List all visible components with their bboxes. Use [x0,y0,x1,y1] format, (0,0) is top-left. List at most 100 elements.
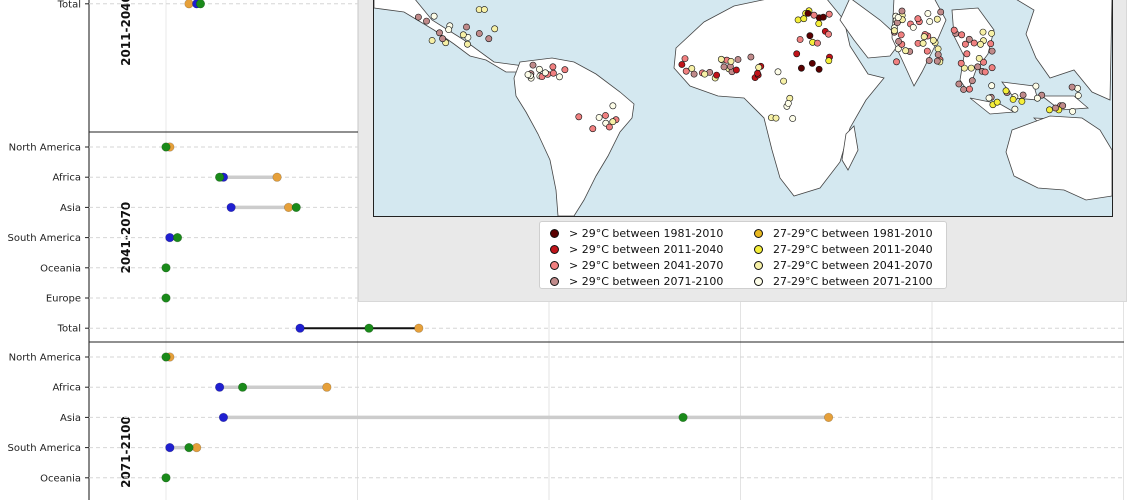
site-marker [914,15,922,23]
green-point [161,263,171,273]
legend-label: 27-29°C between 2011-2040 [773,243,933,256]
green-point [184,443,194,453]
site-marker [772,114,780,122]
legend-label: > 29°C between 2071-2100 [569,275,724,288]
site-marker [968,77,976,85]
site-marker [957,59,965,67]
site-marker [825,30,832,38]
site-marker [415,13,422,21]
world-map-canvas [374,0,1112,216]
green-point [161,142,171,152]
site-marker [464,40,471,48]
site-marker [1009,96,1017,103]
blue-point [215,382,225,392]
site-marker [919,39,927,47]
orange-point [823,412,834,423]
site-marker [933,57,941,65]
site-marker [1018,98,1026,105]
site-marker [988,64,996,72]
region-label: Oceania [40,263,81,274]
site-marker [923,47,931,55]
map-inset: > 29°C between 1981-2010 > 29°C between 2… [358,0,1127,302]
legend-entry: > 29°C between 1981-2010 [550,226,723,241]
legend-label: > 29°C between 2041-2070 [569,259,724,272]
site-marker [754,69,761,77]
site-marker [977,40,984,48]
site-marker [491,25,499,33]
site-marker [609,102,617,110]
legend-marker [754,229,763,238]
landmass [1005,115,1112,201]
legend-entry: > 29°C between 2071-2100 [550,274,723,289]
site-marker [789,115,797,122]
site-marker [963,50,971,58]
site-marker [937,8,945,16]
region-label: South America [8,443,82,454]
green-point [195,0,206,9]
site-marker [713,71,720,79]
site-marker [796,36,804,43]
green-point [215,172,225,182]
legend-label: 27-29°C between 1981-2010 [773,227,933,240]
legend-marker [550,245,559,254]
site-marker [793,50,801,58]
site-marker [909,23,917,31]
orange-point [272,172,282,182]
blue-point [226,202,236,212]
blue-point [295,323,305,333]
region-label: Oceania [40,473,81,484]
site-marker [920,33,928,41]
site-marker [727,58,735,65]
site-marker [463,23,470,31]
site-marker [988,47,996,55]
site-marker [970,39,978,47]
site-marker [1074,84,1081,92]
site-marker [732,66,740,74]
site-marker [688,65,696,72]
site-marker [717,55,725,63]
site-marker [797,64,805,72]
region-label: Africa [52,383,81,394]
site-marker [962,40,969,48]
legend-label: 27-29°C between 2041-2070 [773,259,933,272]
site-marker [681,55,689,62]
site-marker [436,29,443,37]
legend-label: > 29°C between 2011-2040 [569,243,724,256]
site-marker [979,28,987,36]
blue-point [165,443,175,453]
legend-marker [550,229,559,238]
site-marker [682,67,690,75]
region-label: Total [57,324,81,335]
region-label: North America [9,353,81,364]
site-marker [747,53,755,61]
site-marker [975,55,983,62]
green-point [172,233,183,243]
site-marker [891,27,898,35]
site-marker [804,9,812,17]
site-marker [966,85,973,93]
region-label: Africa [52,173,81,184]
site-marker [950,26,958,34]
site-marker [929,36,937,44]
map-legend: > 29°C between 1981-2010 > 29°C between 2… [539,221,947,289]
legend-entry: 27-29°C between 2011-2040 [754,242,933,257]
landmass [513,57,635,216]
site-marker [981,68,989,76]
site-marker [475,30,483,37]
legend-entry: > 29°C between 2011-2040 [550,242,723,257]
site-marker [428,37,436,44]
region-label: Europe [46,294,81,305]
legend-label: 27-29°C between 2071-2100 [773,275,933,288]
site-marker [926,18,934,25]
site-marker [806,32,814,40]
legend-entry: 27-29°C between 1981-2010 [754,226,933,241]
site-marker [897,31,905,39]
green-point [291,202,301,212]
green-point [678,412,688,423]
legend-marker [550,261,559,270]
blue-point [165,233,175,243]
legend-marker [550,277,559,286]
site-marker [960,86,967,93]
site-marker [774,68,782,76]
site-marker [958,31,966,39]
